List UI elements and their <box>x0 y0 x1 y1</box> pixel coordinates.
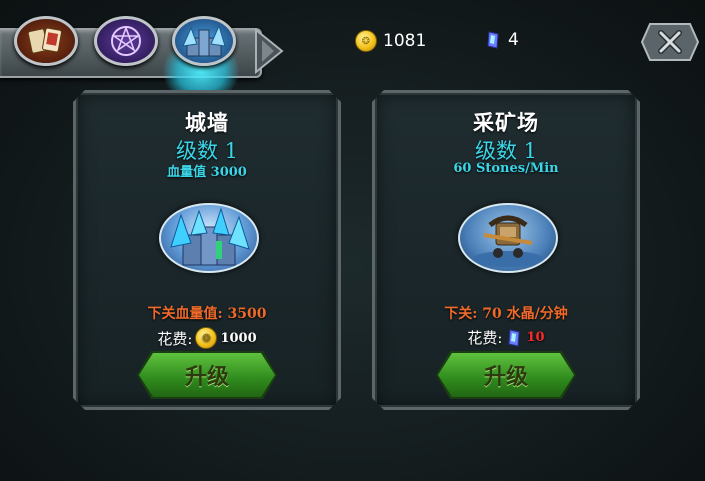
castle-icon <box>182 24 226 57</box>
wall-portrait <box>159 203 259 273</box>
crystal-icon <box>506 328 522 348</box>
upgrade-button[interactable]: 升级 <box>438 353 574 397</box>
cost-value: 1000 <box>220 330 257 346</box>
tab-bar <box>0 8 288 104</box>
crystal-amount: 4 <box>508 30 519 50</box>
upgrade-cost: 花费: ❂ 1000 <box>76 327 338 349</box>
gold-counter: ❂ 1081 <box>355 30 426 52</box>
gold-amount: 1081 <box>383 31 427 51</box>
coin-icon: ❂ <box>195 327 217 349</box>
close-button[interactable] <box>640 22 700 62</box>
mine-upgrade-card: 采矿场 级数 1 60 Stones/Min 下关: 70 水晶/分钟 花费: … <box>372 90 640 410</box>
cost-label: 花费: <box>467 329 503 347</box>
pentagram-icon <box>111 25 141 56</box>
ice-castle-icon <box>161 205 257 271</box>
crystal-counter: 4 <box>486 30 519 50</box>
upgrade-button[interactable]: 升级 <box>139 353 275 397</box>
wall-upgrade-card: 城墙 级数 1 血量值 3000 下关血量值: 3500 花费: ❂ 1000 … <box>73 90 341 410</box>
coin-icon: ❂ <box>355 30 377 52</box>
upgrade-cost: 花费: 10 <box>375 327 637 348</box>
cost-label: 花费: <box>157 329 193 348</box>
card-title: 采矿场 <box>473 110 539 135</box>
tab-magic[interactable] <box>94 16 158 66</box>
mine-portrait <box>458 203 558 273</box>
next-level-info: 下关: 70 水晶/分钟 <box>444 306 568 322</box>
next-level-info: 下关血量值: 3500 <box>147 306 267 322</box>
next-arrow-icon[interactable] <box>252 28 288 74</box>
tab-castle[interactable] <box>172 16 236 66</box>
cost-value: 10 <box>526 330 545 345</box>
tab-cards[interactable] <box>14 16 78 66</box>
card-stat: 60 Stones/Min <box>453 161 559 176</box>
card-title: 城墙 <box>185 110 229 135</box>
card-stat: 血量值 3000 <box>167 165 247 180</box>
crystal-icon <box>487 31 499 49</box>
mining-cart-icon <box>460 205 556 271</box>
cards-icon <box>27 27 62 54</box>
